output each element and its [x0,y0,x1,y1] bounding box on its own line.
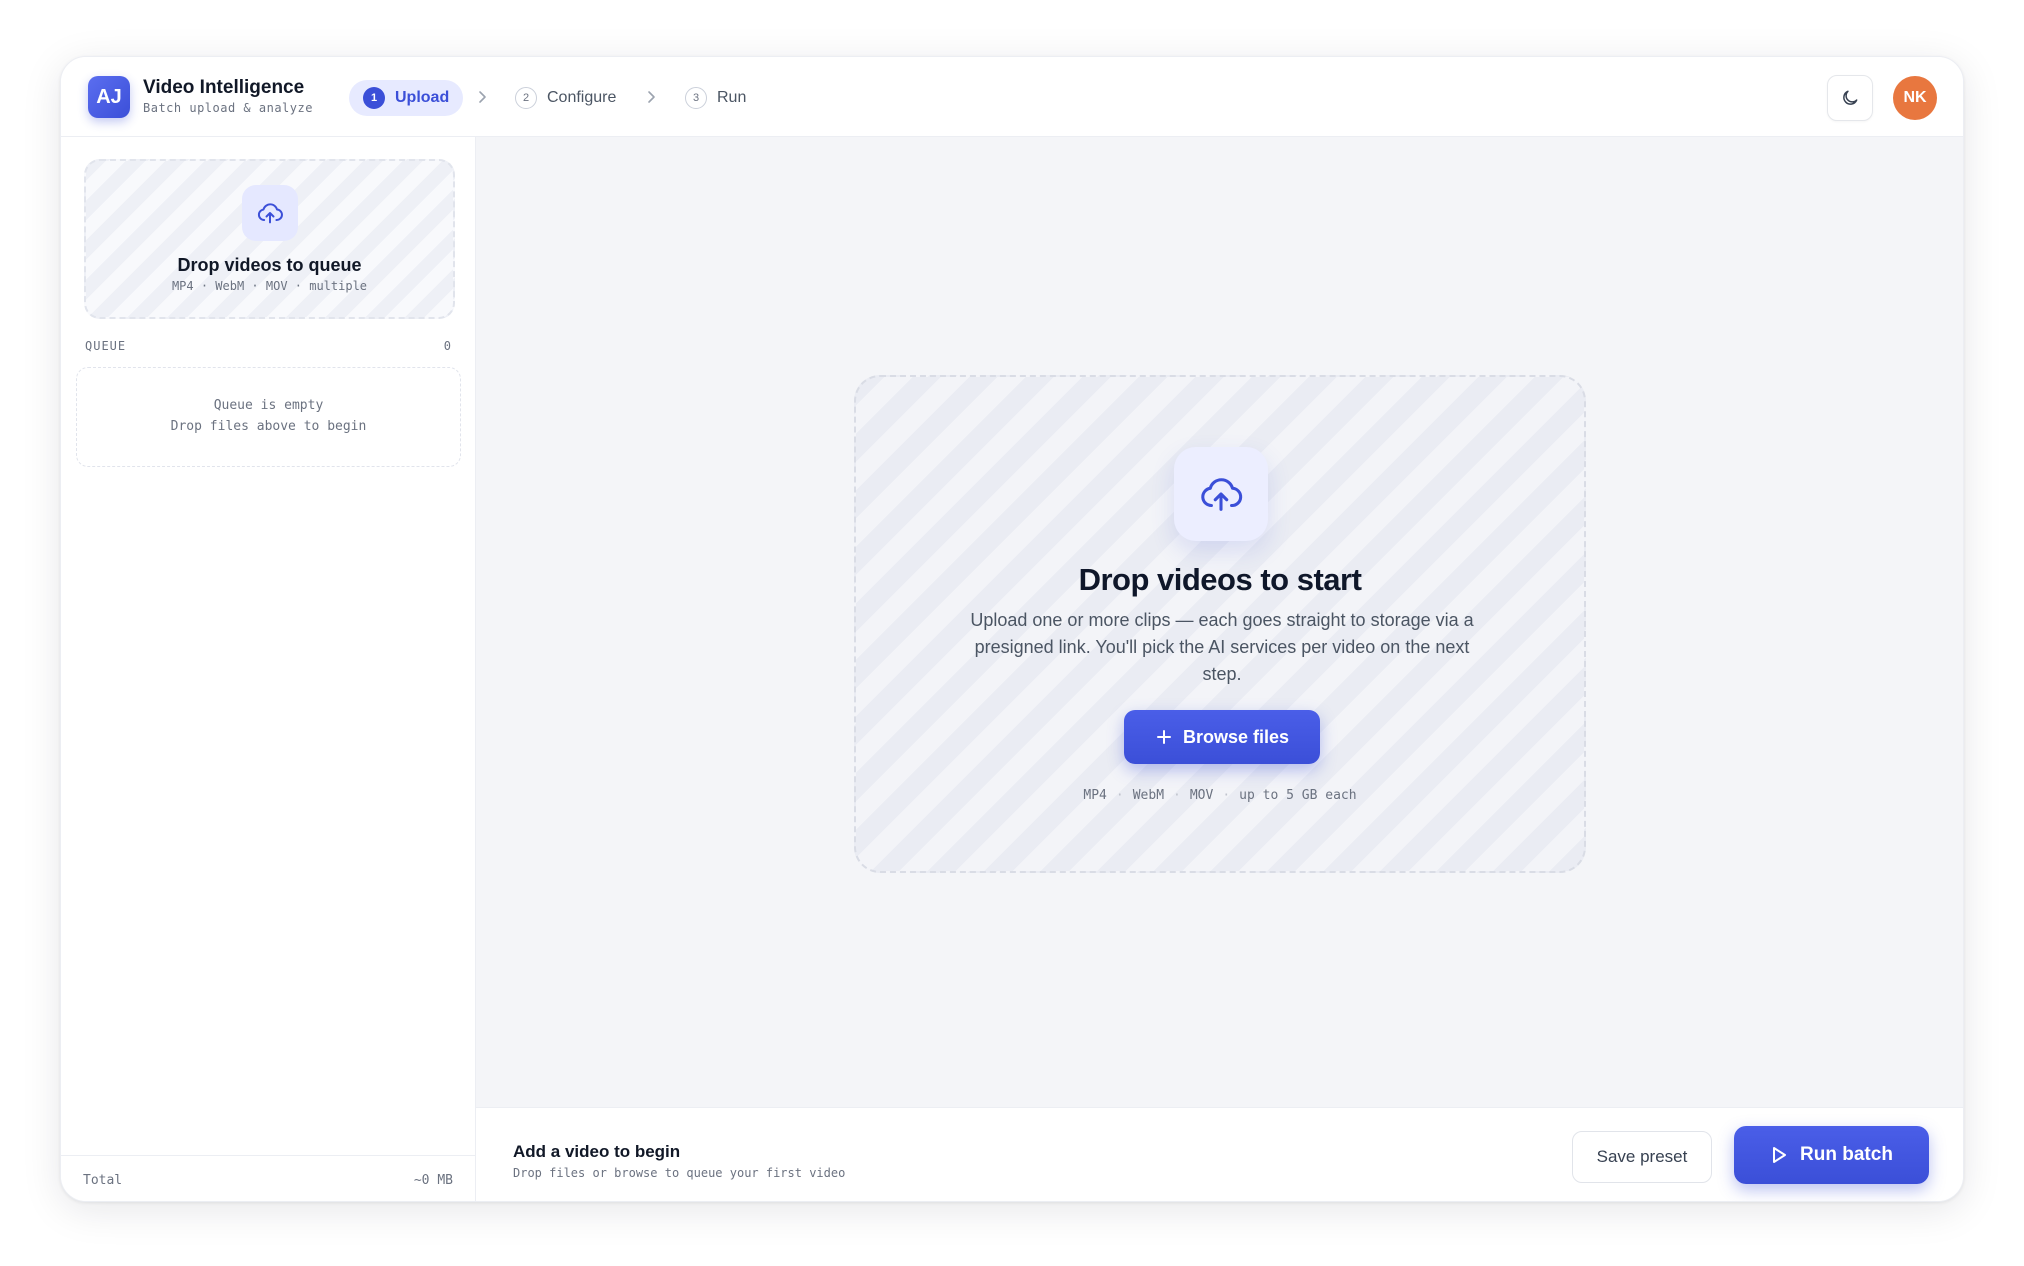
format-item: MOV [1189,788,1214,803]
chevron-right-icon [479,91,486,103]
step-number: 3 [685,87,707,109]
moon-icon [1843,90,1858,105]
step-run[interactable]: 3 Run [671,80,760,116]
step-label: Configure [547,89,617,106]
cloud-upload-icon [257,203,283,224]
sidebar-footer: Total ~0 MB [61,1155,475,1201]
format-item: WebM [1132,788,1165,803]
sidebar-drop-title: Drop videos to queue [177,255,362,275]
sidebar-drop-formats: MP4 · WebM · MOV · multiple [171,279,368,293]
action-bar: Add a video to begin Drop files or brows… [476,1107,1963,1201]
step-label: Upload [395,89,450,106]
sidebar: Drop videos to queue MP4 · WebM · MOV · … [61,137,476,1201]
queue-empty-hint: Drop files above to begin [170,419,367,434]
app-logo: AJ [88,76,130,118]
main-area: Drop videos to start Upload one or more … [476,137,1963,1107]
app-window: AJ Video Intelligence Batch upload & ana… [60,56,1964,1202]
queue-empty-title: Queue is empty [213,398,324,413]
run-batch-button[interactable]: Run batch [1734,1126,1929,1184]
main-dropzone[interactable]: Drop videos to start Upload one or more … [854,375,1586,873]
top-header: AJ Video Intelligence Batch upload & ana… [61,57,1963,137]
plus-icon [1156,730,1171,744]
play-icon [1773,1147,1787,1163]
dropzone-title: Drop videos to start [1078,562,1362,597]
queue-label: QUEUE [85,339,127,353]
save-preset-button[interactable]: Save preset [1572,1131,1712,1183]
queue-empty-state: Queue is empty Drop files above to begin [76,367,461,467]
run-batch-label: Run batch [1800,1144,1893,1165]
theme-toggle-button[interactable] [1827,75,1873,121]
app-subtitle: Batch upload & analyze [143,101,313,115]
step-configure[interactable]: 2 Configure [501,80,630,116]
upload-icon-tile [1174,447,1268,541]
app-title: Video Intelligence [143,77,305,98]
sidebar-dropzone[interactable]: Drop videos to queue MP4 · WebM · MOV · … [84,159,455,319]
queue-count: 0 [443,339,451,353]
step-number: 1 [363,87,385,109]
upload-icon-tile [242,185,298,241]
browse-files-button[interactable]: Browse files [1124,710,1320,764]
cloud-upload-icon [1201,478,1243,511]
total-label: Total [83,1173,123,1188]
chevron-right-icon [648,91,655,103]
step-upload[interactable]: 1 Upload [349,80,464,116]
format-item: MP4 [1083,788,1107,803]
user-avatar[interactable]: NK [1893,76,1937,120]
browse-files-label: Browse files [1182,726,1290,747]
action-bar-subtitle: Drop files or browse to queue your first… [513,1166,846,1180]
step-number: 2 [515,87,537,109]
format-size-limit: up to 5 GB each [1239,788,1357,803]
total-size: ~0 MB [413,1173,453,1188]
step-label: Run [717,89,747,106]
supported-formats: MP4 · WebM · MOV · up to 5 GB each [1083,788,1357,803]
dropzone-description: Upload one or more clips — each goes str… [970,610,1474,684]
action-bar-title: Add a video to begin [513,1142,681,1161]
